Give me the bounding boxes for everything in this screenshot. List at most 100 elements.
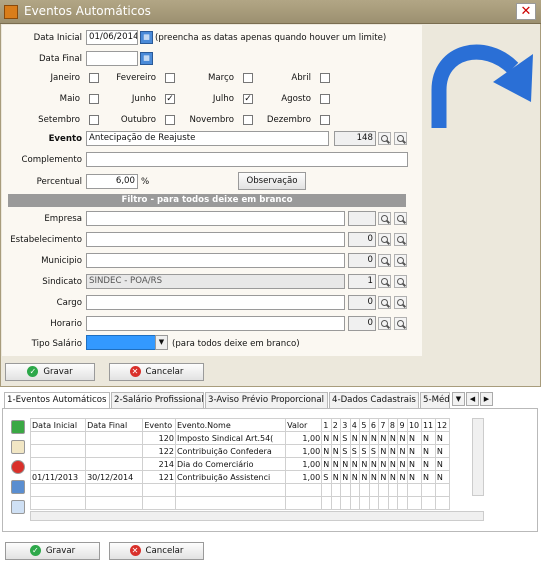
grid-cell[interactable]: N	[349, 457, 361, 471]
grid-cell[interactable]: N	[359, 431, 370, 445]
grid-cell[interactable]: N	[434, 457, 451, 471]
grid-column-header[interactable]: 12	[434, 418, 451, 432]
grid-column-header[interactable]: 8	[387, 418, 399, 432]
grid-cell[interactable]	[29, 431, 87, 445]
grid-cell[interactable]: 1,00	[285, 444, 323, 458]
search-icon[interactable]	[378, 275, 391, 288]
grid-cell[interactable]: 1,00	[285, 431, 323, 445]
filter-code-field[interactable]: 0	[348, 295, 376, 310]
filter-name-field[interactable]	[86, 316, 345, 331]
complemento-field[interactable]	[86, 152, 408, 167]
grid-cell[interactable]: S	[340, 431, 351, 445]
filter-name-field[interactable]	[86, 253, 345, 268]
grid-cell[interactable]: N	[368, 431, 380, 445]
grid-cell[interactable]	[85, 444, 144, 458]
observacao-button[interactable]: Observação	[238, 172, 306, 190]
grid-column-header[interactable]: 4	[349, 418, 361, 432]
month-checkbox[interactable]	[320, 115, 330, 125]
close-button[interactable]: ✕	[516, 3, 536, 20]
grid-cell[interactable]: N	[397, 470, 408, 484]
grid-column-header[interactable]: Evento.Nome	[174, 418, 287, 432]
grid-cell[interactable]: 30/12/2014	[85, 470, 144, 484]
delete-icon[interactable]	[11, 460, 25, 474]
grid-cell[interactable]: N	[378, 431, 389, 445]
grid-cell[interactable]: 121	[142, 470, 176, 484]
grid-cell[interactable]: N	[378, 444, 389, 458]
calendar-icon[interactable]: ▦	[140, 52, 153, 65]
cancelar-button[interactable]: ✕ Cancelar	[109, 363, 204, 381]
tab-prev-icon[interactable]: ◀	[466, 392, 479, 406]
grid-cell[interactable]: N	[387, 444, 399, 458]
filter-code-field[interactable]	[348, 211, 376, 226]
grid-column-header[interactable]: 10	[406, 418, 422, 432]
grid-cell[interactable]: Contribuição Confedera	[174, 444, 287, 458]
tab-2[interactable]: 2-Salário Profissional	[111, 392, 204, 408]
grid-cell[interactable]: 1,00	[285, 457, 323, 471]
grid-column-header[interactable]: 5	[359, 418, 370, 432]
gravar-button[interactable]: ✓ Gravar	[5, 542, 100, 560]
grid-cell[interactable]: N	[434, 444, 451, 458]
grid-cell[interactable]: N	[406, 457, 422, 471]
search-icon[interactable]	[394, 132, 407, 145]
grid-column-header[interactable]: 6	[368, 418, 380, 432]
search-icon[interactable]	[394, 233, 407, 246]
grid-cell[interactable]: N	[378, 457, 389, 471]
tab-5[interactable]: 5-Médi	[420, 392, 450, 408]
grid-column-header[interactable]: Valor	[285, 418, 323, 432]
table-row[interactable]: 120 Imposto Sindical Art.54(1,00 N N S N N N N N N…	[29, 431, 451, 445]
grid-cell[interactable]: N	[434, 431, 451, 445]
grid-column-header[interactable]: Evento	[142, 418, 176, 432]
grid-cell[interactable]: N	[330, 444, 342, 458]
grid-cell[interactable]: N	[368, 457, 380, 471]
search-icon[interactable]	[378, 212, 391, 225]
grid-cell[interactable]	[85, 457, 144, 471]
grid-cell[interactable]: N	[406, 431, 422, 445]
search-icon[interactable]	[378, 317, 391, 330]
grid-cell[interactable]: N	[397, 457, 408, 471]
filter-code-field[interactable]: 0	[348, 316, 376, 331]
grid-cell[interactable]: S	[368, 444, 380, 458]
grid-cell[interactable]: S	[349, 444, 361, 458]
grid-cell[interactable]: S	[340, 444, 351, 458]
tipo-salario-select[interactable]	[86, 335, 156, 350]
cancelar-button[interactable]: ✕ Cancelar	[109, 542, 204, 560]
grid-cell[interactable]: 1,00	[285, 470, 323, 484]
calendar-icon[interactable]: ▦	[140, 31, 153, 44]
grid-column-header[interactable]: 9	[397, 418, 408, 432]
grid-cell[interactable]: N	[330, 431, 342, 445]
tab-4[interactable]: 4-Dados Cadastrais	[329, 392, 419, 408]
grid-cell[interactable]: N	[349, 470, 361, 484]
grid-cell[interactable]: Imposto Sindical Art.54(	[174, 431, 287, 445]
grid-column-header[interactable]: 11	[420, 418, 436, 432]
grid-cell[interactable]	[85, 431, 144, 445]
tab-dropdown-icon[interactable]: ▼	[452, 392, 465, 406]
search-icon[interactable]	[394, 296, 407, 309]
grid-cell[interactable]: N	[340, 470, 351, 484]
grid-cell[interactable]: Dia do Comerciário	[174, 457, 287, 471]
month-checkbox[interactable]	[320, 94, 330, 104]
filter-code-field[interactable]: 1	[348, 274, 376, 289]
grid-cell[interactable]: N	[420, 457, 436, 471]
calendar-icon[interactable]	[11, 480, 25, 494]
grid-column-header[interactable]: 7	[378, 418, 389, 432]
grid-cell[interactable]: N	[387, 457, 399, 471]
tab-1[interactable]: 1-Eventos Automáticos	[4, 392, 110, 409]
grid-cell[interactable]: N	[359, 470, 370, 484]
grid-cell[interactable]: N	[378, 470, 389, 484]
month-checkbox[interactable]	[320, 73, 330, 83]
grid-cell[interactable]: N	[359, 457, 370, 471]
filter-name-field[interactable]	[86, 211, 345, 226]
grid-cell[interactable]: 122	[142, 444, 176, 458]
grid-column-header[interactable]: 2	[330, 418, 342, 432]
grid-cell[interactable]: S	[359, 444, 370, 458]
chevron-down-icon[interactable]: ▼	[155, 335, 168, 350]
search-icon[interactable]	[378, 296, 391, 309]
filter-name-field[interactable]	[86, 295, 345, 310]
grid-cell[interactable]: N	[387, 470, 399, 484]
filter-name-field[interactable]	[86, 232, 345, 247]
grid-column-header[interactable]: Data Final	[85, 418, 144, 432]
grid-cell[interactable]: N	[368, 470, 380, 484]
evento-code-field[interactable]: 148	[334, 131, 376, 146]
evento-name-field[interactable]: Antecipação de Reajuste	[86, 131, 329, 146]
search-icon[interactable]	[394, 317, 407, 330]
